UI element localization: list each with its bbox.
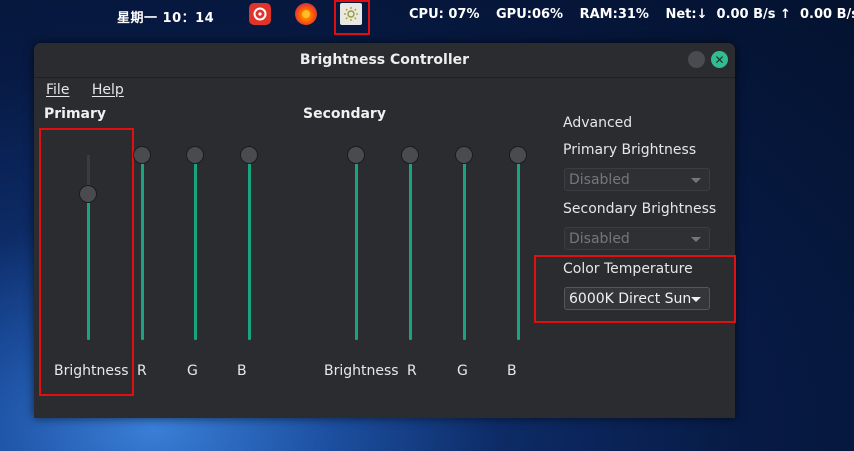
slider-handle[interactable] [186, 146, 204, 164]
secondary-r-label: R [407, 363, 417, 379]
cpu-stat: CPU: 07% [409, 7, 480, 22]
slider-handle[interactable] [509, 146, 527, 164]
chevron-down-icon [691, 178, 701, 183]
secondary-heading: Secondary [303, 106, 386, 122]
primary-r-label: R [137, 363, 147, 379]
clock[interactable]: 星期一 10：14 [117, 7, 214, 26]
minimize-button[interactable] [688, 51, 705, 68]
primary-g-label: G [187, 363, 198, 379]
slider-handle[interactable] [240, 146, 258, 164]
brightness-controller-window: Brightness Controller ✕ File Help Primar… [34, 43, 736, 418]
ram-stat: RAM:31% [579, 7, 649, 22]
menu-help[interactable]: Help [92, 82, 124, 98]
net-stat: Net:↓ 0.00 B/s ↑ 0.00 B/s [665, 7, 854, 22]
system-stats: CPU: 07% GPU:06% RAM:31% Net:↓ 0.00 B/s … [409, 7, 854, 22]
slider-handle[interactable] [401, 146, 419, 164]
primary-brightness-heading: Primary Brightness [563, 142, 697, 158]
slider-handle[interactable] [133, 146, 151, 164]
secondary-brightness-combo-value: Disabled [569, 231, 630, 247]
menu-file[interactable]: File [46, 82, 69, 98]
gpu-stat: GPU:06% [496, 7, 564, 22]
slider-track-fill[interactable] [463, 155, 466, 340]
slider-handle[interactable] [347, 146, 365, 164]
netease-music-icon[interactable] [249, 3, 271, 25]
primary-heading: Primary [44, 106, 107, 122]
secondary-brightness-label: Brightness [324, 363, 399, 379]
slider-handle[interactable] [455, 146, 473, 164]
window-titlebar[interactable]: Brightness Controller ✕ [34, 43, 735, 78]
slider-track-fill[interactable] [141, 155, 144, 340]
primary-brightness-combo-value: Disabled [569, 172, 630, 188]
slider-track-fill[interactable] [355, 155, 358, 340]
chevron-down-icon [691, 237, 701, 242]
window-title: Brightness Controller [299, 52, 470, 68]
slider-track-fill[interactable] [194, 155, 197, 340]
close-icon: ✕ [714, 52, 725, 67]
slider-track-fill[interactable] [87, 193, 90, 340]
slider-track-fill[interactable] [409, 155, 412, 340]
close-button[interactable]: ✕ [711, 51, 728, 68]
firefox-icon[interactable] [295, 3, 317, 25]
secondary-g-label: G [457, 363, 468, 379]
advanced-heading: Advanced [563, 115, 633, 131]
menubar: File Help [46, 82, 142, 98]
primary-b-label: B [237, 363, 247, 379]
secondary-brightness-combo[interactable]: Disabled [564, 227, 710, 250]
primary-brightness-combo[interactable]: Disabled [564, 168, 710, 191]
color-temperature-highlight-box [534, 255, 736, 323]
top-panel: 星期一 10：14 CPU: 07% GPU:06% RAM:31% Net:↓… [0, 0, 854, 35]
secondary-b-label: B [507, 363, 517, 379]
slider-track-fill[interactable] [517, 155, 520, 340]
secondary-brightness-heading: Secondary Brightness [563, 201, 717, 217]
tray-highlight-box [334, 0, 370, 35]
slider-track-fill[interactable] [248, 155, 251, 340]
slider-handle[interactable] [79, 184, 97, 203]
